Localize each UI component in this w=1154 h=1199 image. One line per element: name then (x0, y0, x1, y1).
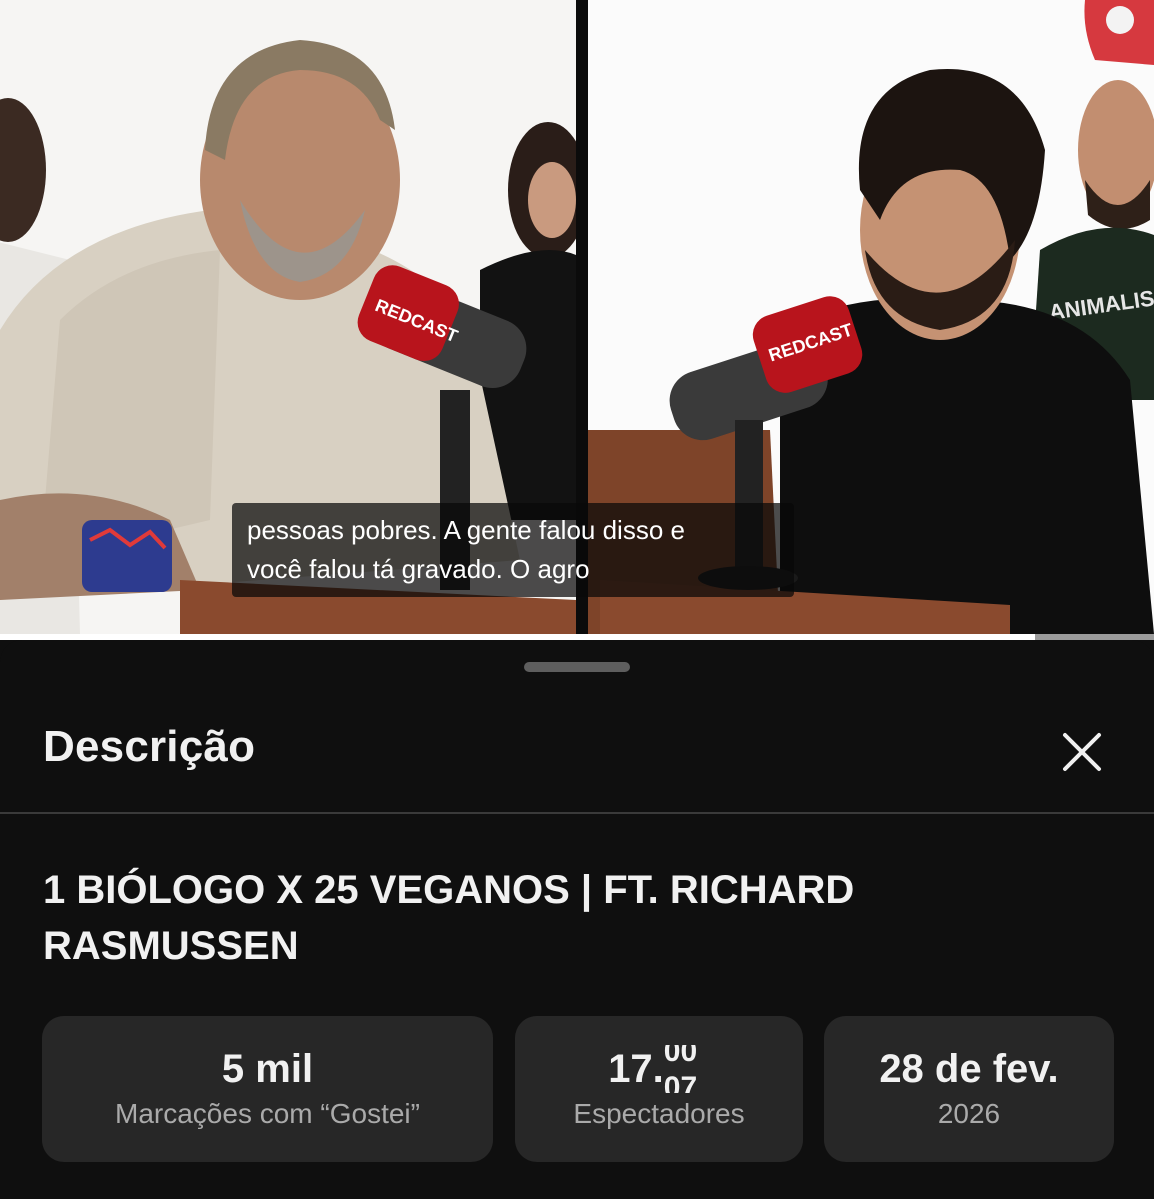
views-rolling-digits: 00 07 (664, 1045, 710, 1093)
caption-line-2: você falou tá gravado. O agro (247, 554, 590, 584)
likes-label: Marcações com “Gostei” (115, 1098, 420, 1129)
close-icon (1063, 733, 1101, 771)
upload-year: 2026 (937, 1098, 1001, 1129)
video-player[interactable]: REDCAST ANIMALIS REDCAST pessoas pobres. (0, 0, 1154, 640)
close-button[interactable] (1054, 724, 1110, 780)
date-stat: 28 de fev. 2026 (824, 1016, 1114, 1162)
video-title: 1 BIÓLOGO X 25 VEGANOS | FT. RICHARD RAS… (43, 868, 855, 968)
upload-date: 28 de fev. (879, 1047, 1059, 1091)
caption-line-1: pessoas pobres. A gente falou disso e (247, 515, 685, 545)
header-divider (0, 812, 1154, 814)
views-rolling-bottom: 07 (663, 1071, 698, 1094)
views-label: Espectadores (573, 1098, 745, 1129)
views-rolling-top: 00 (663, 1045, 698, 1068)
likes-stat: 5 mil Marcações com “Gostei” (42, 1016, 493, 1162)
views-count: 17. 00 07 (608, 1045, 710, 1093)
video-caption: pessoas pobres. A gente falou disso e vo… (232, 503, 794, 597)
sheet-title: Descrição (43, 722, 256, 771)
drag-handle[interactable] (524, 662, 630, 672)
stats-row: 5 mil Marcações com “Gostei” 17. 00 07 Esp… (0, 1016, 1154, 1162)
views-count-prefix: 17. (608, 1047, 664, 1091)
likes-count: 5 mil (221, 1047, 314, 1091)
views-stat: 17. 00 07 Espectadores (515, 1016, 803, 1162)
description-sheet: Descrição 1 BIÓLOGO X 25 VEGANOS | FT. R… (0, 640, 1154, 1199)
